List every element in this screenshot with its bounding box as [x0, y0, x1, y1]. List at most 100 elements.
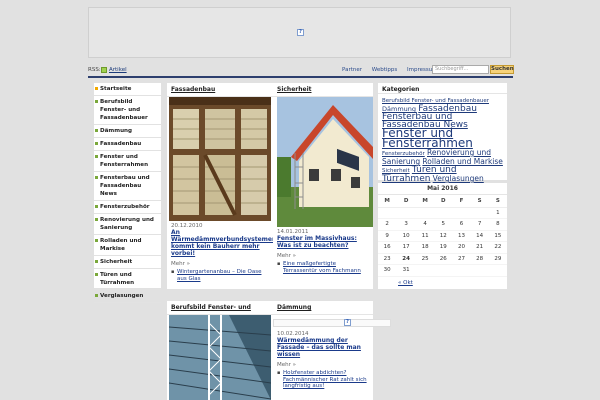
search-input[interactable]: Suchbegriff...	[432, 65, 489, 74]
sidebar-item-news[interactable]: Fensterbau und Fassadenbau News	[94, 172, 161, 201]
calendar-day[interactable]: 17	[396, 241, 417, 254]
calendar-weekday: M	[416, 195, 435, 208]
calendar-day[interactable]: 5	[434, 218, 453, 231]
calendar-day[interactable]: 12	[434, 230, 453, 242]
card-image-timber-frame-wall[interactable]	[169, 97, 271, 221]
ad-banner[interactable]: ?	[88, 7, 511, 58]
calendar-caption: Mai 2016	[378, 183, 507, 195]
missing-image-icon: ?	[297, 29, 304, 36]
calendar-day[interactable]: 31	[396, 264, 417, 277]
sidebar-item-sicherheit[interactable]: Sicherheit	[94, 256, 161, 269]
toplink-partner[interactable]: Partner	[342, 67, 362, 73]
calendar-day[interactable]: 18	[416, 241, 435, 254]
calendar-day[interactable]: 16	[378, 241, 397, 254]
card-title[interactable]: Fassadenbau	[167, 83, 273, 97]
calendar-weekday: D	[434, 195, 453, 208]
timber-frame-photo	[169, 97, 271, 221]
calendar-day	[416, 264, 435, 277]
glass-facade-photo	[169, 315, 271, 400]
card-related-link[interactable]: Holzfenster abdichten? Fachmännischer Ra…	[273, 368, 373, 390]
top-links: Partner Webtipps Impressum	[342, 67, 446, 73]
calendar-day[interactable]: 21	[470, 241, 489, 254]
calendar-day[interactable]: 7	[470, 218, 489, 231]
calendar-day	[452, 207, 471, 219]
calendar-day[interactable]: 9	[378, 230, 397, 242]
calendar-day[interactable]: 1	[488, 207, 507, 219]
card-date: 10.02.2014	[277, 331, 309, 337]
calendar-table: MDMDFSS 1 2 3 4 5 6 7 8 9 10 11 12 13 14 15 16 17 18 19 20 2…	[378, 195, 507, 277]
card-title[interactable]: Berufsbild Fenster- und	[167, 301, 273, 315]
card-date: 14.01.2011	[277, 229, 309, 235]
calendar-day[interactable]: 14	[470, 230, 489, 242]
rss-articles-link[interactable]: Artikel	[109, 67, 127, 73]
calendar-day[interactable]: 4	[416, 218, 435, 231]
calendar-day[interactable]: 11	[416, 230, 435, 242]
sidebar-item-fensterzubehoer[interactable]: Fensterzubehör	[94, 201, 161, 214]
card-headline-link[interactable]: Fenster im Massivhaus: Was ist zu beacht…	[273, 235, 373, 249]
sidebar-item-berufsbild[interactable]: Berufsbild Fenster- und Fassadenbauer	[94, 96, 161, 125]
calendar-day[interactable]: 24	[396, 253, 417, 265]
search-button[interactable]: Suchen	[490, 65, 514, 74]
card-sicherheit: Sicherheit 14.01.2011 Fenster im Massivh…	[273, 83, 373, 289]
card-related-link[interactable]: Eine maßgefertigte Terrassentür vom Fach…	[273, 259, 373, 274]
card-title[interactable]: Dämmung	[273, 301, 373, 315]
sidebar-item-verglasungen[interactable]: Verglasungen	[94, 290, 161, 303]
calendar-day[interactable]: 10	[396, 230, 417, 242]
sidebar-nav: Startseite Berufsbild Fenster- und Fassa…	[94, 83, 161, 303]
sidebar-item-fenster[interactable]: Fenster und Fensterrahmen	[94, 151, 161, 172]
calendar-day[interactable]: 2	[378, 218, 397, 231]
header-divider	[88, 76, 513, 78]
calendar-weekday: D	[396, 195, 417, 208]
calendar-day[interactable]: 15	[488, 230, 507, 242]
tag-cloud: Berufsbild Fenster- und Fassadenbauer Dä…	[378, 94, 507, 185]
missing-image-icon: ?	[344, 319, 351, 326]
card-berufsbild: Berufsbild Fenster- und	[167, 301, 273, 400]
card-more-link[interactable]: Mehr »	[273, 249, 373, 259]
calendar-day[interactable]: 25	[416, 253, 435, 265]
calendar-day[interactable]: 20	[452, 241, 471, 254]
categories-widget: Kategorien Berufsbild Fenster- und Fassa…	[378, 83, 507, 184]
rss-label: RSS:	[88, 67, 101, 73]
sidebar-item-fassadenbau[interactable]: Fassadenbau	[94, 138, 161, 151]
calendar-day[interactable]: 26	[434, 253, 453, 265]
sidebar-item-daemmung[interactable]: Dämmung	[94, 125, 161, 138]
card-image-house-construction[interactable]	[277, 97, 373, 227]
card-fassadenbau: Fassadenbau 20.12.2010 An Wärmedämmverbu…	[167, 83, 276, 289]
image-frame	[273, 319, 391, 327]
card-title[interactable]: Sicherheit	[273, 83, 373, 97]
card-more-link[interactable]: Mehr »	[167, 257, 273, 267]
calendar-day[interactable]: 22	[488, 241, 507, 254]
sidebar-item-renovierung[interactable]: Renovierung und Sanierung	[94, 214, 161, 235]
rss-icon[interactable]	[101, 67, 107, 73]
calendar-weekday: S	[488, 195, 507, 208]
calendar-weekday: S	[470, 195, 489, 208]
card-more-link[interactable]: Mehr »	[273, 358, 373, 368]
tag-link[interactable]: Verglasungen	[433, 174, 484, 183]
card-date: 20.12.2010	[171, 223, 203, 229]
calendar-day[interactable]: 6	[452, 218, 471, 231]
calendar-day[interactable]: 30	[378, 264, 397, 277]
calendar-prev-link[interactable]: « Okt	[378, 277, 507, 286]
sidebar-item-startseite[interactable]: Startseite	[94, 83, 161, 96]
toplink-webtipps[interactable]: Webtipps	[372, 67, 398, 73]
calendar-day[interactable]: 27	[452, 253, 471, 265]
calendar-weekday: M	[378, 195, 397, 208]
card-image-glass-facade[interactable]	[169, 315, 271, 400]
calendar-day[interactable]: 3	[396, 218, 417, 231]
sidebar-item-rolladen[interactable]: Rolladen und Markise	[94, 235, 161, 256]
card-headline-link[interactable]: Wärmedämmung der Fassade – das sollte ma…	[273, 337, 373, 358]
card-headline-link[interactable]: An Wärmedämmverbundsystemen kommt kein B…	[167, 229, 276, 257]
calendar-day[interactable]: 13	[452, 230, 471, 242]
calendar-day	[378, 207, 397, 219]
card-related-link[interactable]: Wintergartenanbau – Die Oase aus Glas	[167, 267, 273, 282]
calendar-day[interactable]: 23	[378, 253, 397, 265]
calendar-weekday: F	[452, 195, 471, 208]
calendar-day	[488, 264, 507, 277]
card-image-placeholder[interactable]: ?	[273, 315, 391, 329]
calendar-day[interactable]: 28	[470, 253, 489, 265]
sidebar-item-tueren[interactable]: Türen und Türrahmen	[94, 269, 161, 290]
house-photo	[277, 97, 373, 227]
calendar-day[interactable]: 29	[488, 253, 507, 265]
calendar-day[interactable]: 8	[488, 218, 507, 231]
calendar-day[interactable]: 19	[434, 241, 453, 254]
